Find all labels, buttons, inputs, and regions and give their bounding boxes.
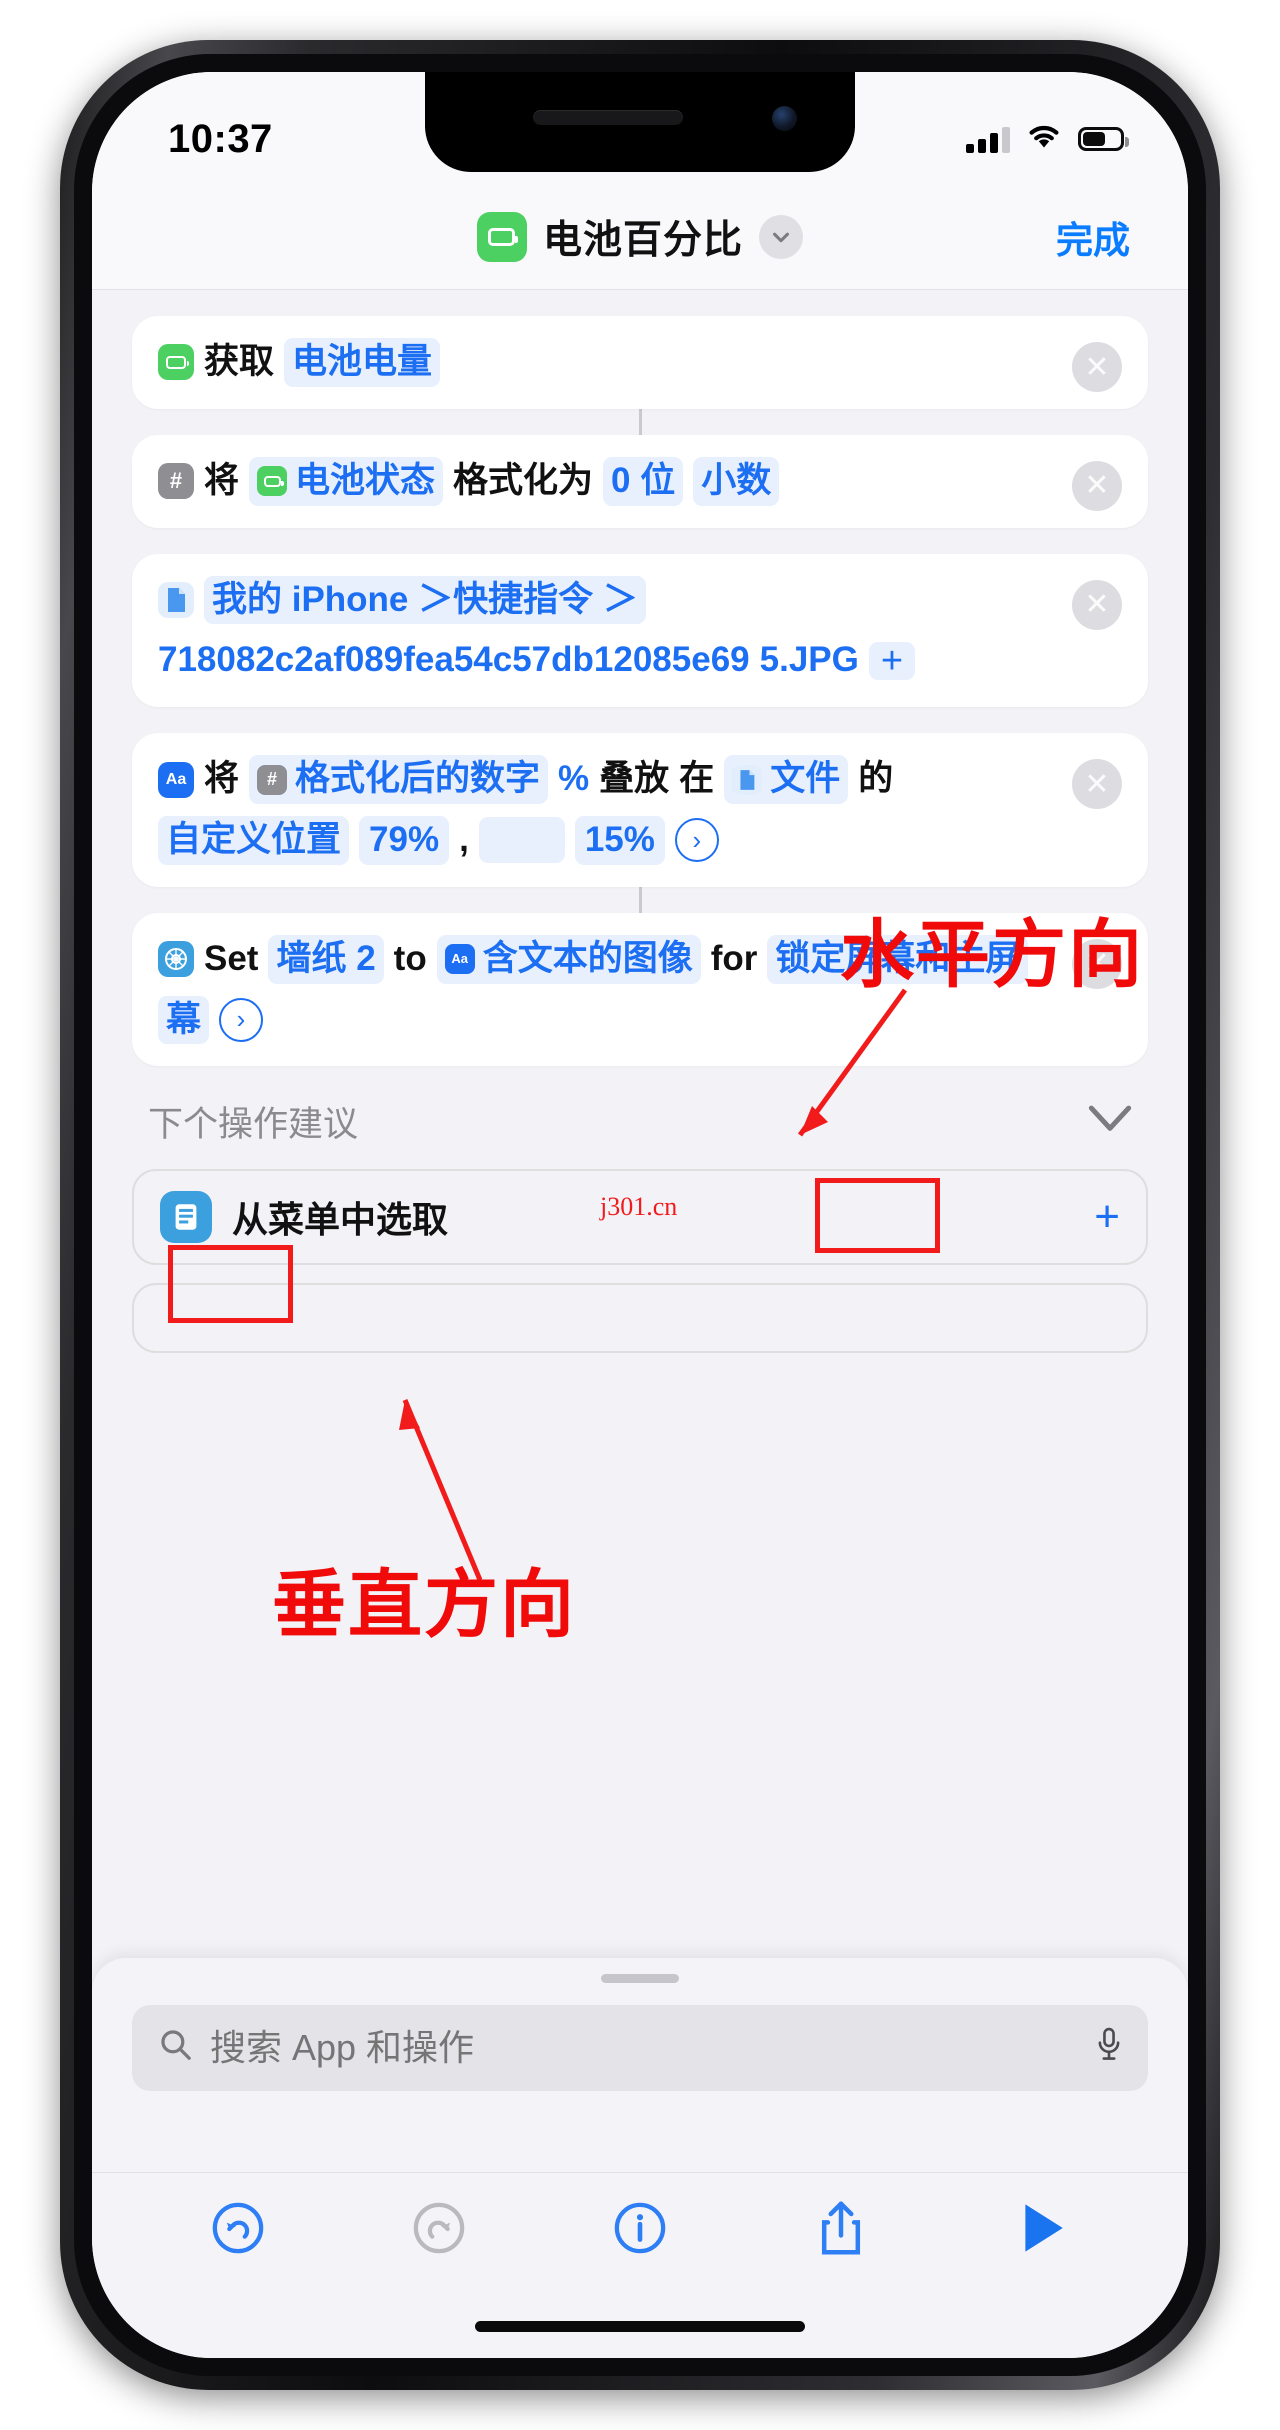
action-token-comma: , [459,819,469,859]
variable-label: 文件 [770,759,841,799]
action-token-text: for [710,938,758,978]
search-icon [158,2027,192,2070]
earpiece-speaker [533,110,683,125]
action-token-filename-part1[interactable]: 718082c2af089fea54c57db12085e69 [158,636,750,685]
variable-label: 格式化后的数字 [295,759,541,799]
action-token-text: 获取 [204,342,275,381]
search-input[interactable] [210,2027,1078,2069]
close-icon[interactable]: ✕ [1072,579,1122,630]
battery-icon [257,466,288,497]
chevron-right-icon[interactable]: › [674,818,719,863]
action-card-file-path[interactable]: 我的 iPhone ＞快捷指令 ＞ 718082c2af089fea54c57d… [132,553,1148,708]
action-token-text: 在 [679,759,715,799]
page-title: 电池百分比 [542,218,743,262]
action-connector [638,886,642,913]
chevron-down-icon[interactable] [759,214,803,259]
action-token-text: to [393,938,427,978]
done-button[interactable]: 完成 [1056,210,1130,264]
undo-icon[interactable] [207,2197,269,2259]
battery-icon [158,344,194,381]
document-icon [158,581,194,618]
share-icon[interactable] [810,2197,872,2259]
document-icon [732,764,763,795]
action-connector [638,408,642,435]
front-camera-icon [772,106,797,131]
action-token-decimal-unit[interactable]: 小数 [693,456,780,506]
action-token-text: 叠放 [599,759,670,799]
bottom-toolbar [92,2172,1188,2282]
action-token-variable-number[interactable]: # 格式化后的数字 [249,755,549,804]
cellular-signal-icon [966,125,1010,153]
add-action-button[interactable]: + [1094,1195,1120,1239]
action-card-overlay-text[interactable]: Aa 将 # 格式化后的数字 % 叠放 在 文件 的 自定义位置 79% , 1… [132,733,1148,887]
action-token-wallpaper-target[interactable]: 墙纸 2 [268,934,384,984]
action-card-set-wallpaper[interactable]: Set 墙纸 2 to Aa 含文本的图像 for 锁定屏幕和主屏 幕 › ✕ [132,912,1148,1067]
chevron-down-icon[interactable] [1088,1105,1132,1138]
close-icon[interactable]: ✕ [1072,342,1122,392]
text-image-icon: Aa [444,944,475,975]
play-icon[interactable] [1011,2197,1073,2259]
add-file-button[interactable]: + [868,641,916,680]
bottom-sheet [92,1958,1188,2358]
redo-icon[interactable] [408,2197,470,2259]
action-token-position-mode[interactable]: 自定义位置 [158,815,350,865]
variable-label: 含文本的图像 [482,938,693,978]
action-token-variable[interactable]: 电池电量 [284,338,441,387]
action-token-variable[interactable]: 电池状态 [249,456,444,506]
suggestions-title: 下个操作建议 [148,1105,359,1145]
suggestions-header[interactable]: 下个操作建议 [132,1066,1148,1169]
action-token-text: 将 [204,460,240,500]
navigation-bar: 电池百分比 完成 [92,184,1188,290]
battery-icon [476,211,527,262]
action-token-filename-part2[interactable]: 5.JPG [760,636,859,685]
number-hash-icon: # [257,764,288,795]
action-card-get-battery-level[interactable]: 获取 电池电量 ✕ [132,316,1148,409]
action-token-text: Set [204,938,259,978]
action-token-y-percent[interactable]: 15% [574,815,665,865]
info-icon[interactable] [609,2197,671,2259]
chevron-right-icon[interactable]: › [219,997,264,1042]
annotation-box-x-percent [815,1178,940,1253]
wallpaper-icon [158,941,194,978]
percent-suffix: % [558,759,590,799]
sheet-grabber[interactable] [601,1974,679,1983]
action-token-screen-scope-1[interactable]: 锁定屏幕和主屏 [767,934,1029,984]
close-icon[interactable]: ✕ [1072,759,1122,810]
microphone-icon[interactable] [1096,2027,1122,2070]
notch [425,72,855,172]
action-token-blank-field[interactable] [478,817,565,864]
action-token-text: 格式化为 [453,460,594,500]
action-token-x-percent[interactable]: 79% [359,815,450,865]
battery-icon [1078,127,1129,151]
action-token-image-variable[interactable]: Aa 含文本的图像 [436,934,701,984]
action-token-breadcrumb[interactable]: 我的 iPhone ＞快捷指令 ＞ [204,575,646,625]
watermark: j301.cn [600,1192,678,1221]
action-token-decimals[interactable]: 0 位 [603,456,684,506]
action-token-text: 的 [858,759,894,799]
status-indicators [966,124,1129,155]
action-token-text: 将 [204,759,240,799]
wifi-icon [1027,124,1061,155]
shortcut-title-group[interactable]: 电池百分比 [476,209,803,265]
status-time: 10:37 [168,116,273,161]
close-icon[interactable]: ✕ [1072,938,1122,989]
variable-label: 电池状态 [295,460,436,500]
annotation-box-y-percent [168,1245,293,1323]
action-token-screen-scope-2[interactable]: 幕 [158,995,210,1045]
close-icon[interactable]: ✕ [1072,460,1122,511]
text-image-icon: Aa [158,761,194,798]
actions-list[interactable]: 获取 电池电量 ✕ # 将 电池状态 格式化为 0 位 小数 ✕ 我的 iPho… [92,290,1188,1958]
menu-list-icon [160,1191,212,1244]
search-bar[interactable] [132,2005,1148,2091]
screenshot-root: 10:37 电池百分比 完成 获取 电池电量 ✕ # 将 电池状态 格式化为 0… [0,0,1280,2430]
action-card-format-number[interactable]: # 将 电池状态 格式化为 0 位 小数 ✕ [132,434,1148,528]
action-token-file-variable[interactable]: 文件 [724,755,849,804]
home-indicator[interactable] [475,2321,805,2332]
number-hash-icon: # [158,463,194,500]
